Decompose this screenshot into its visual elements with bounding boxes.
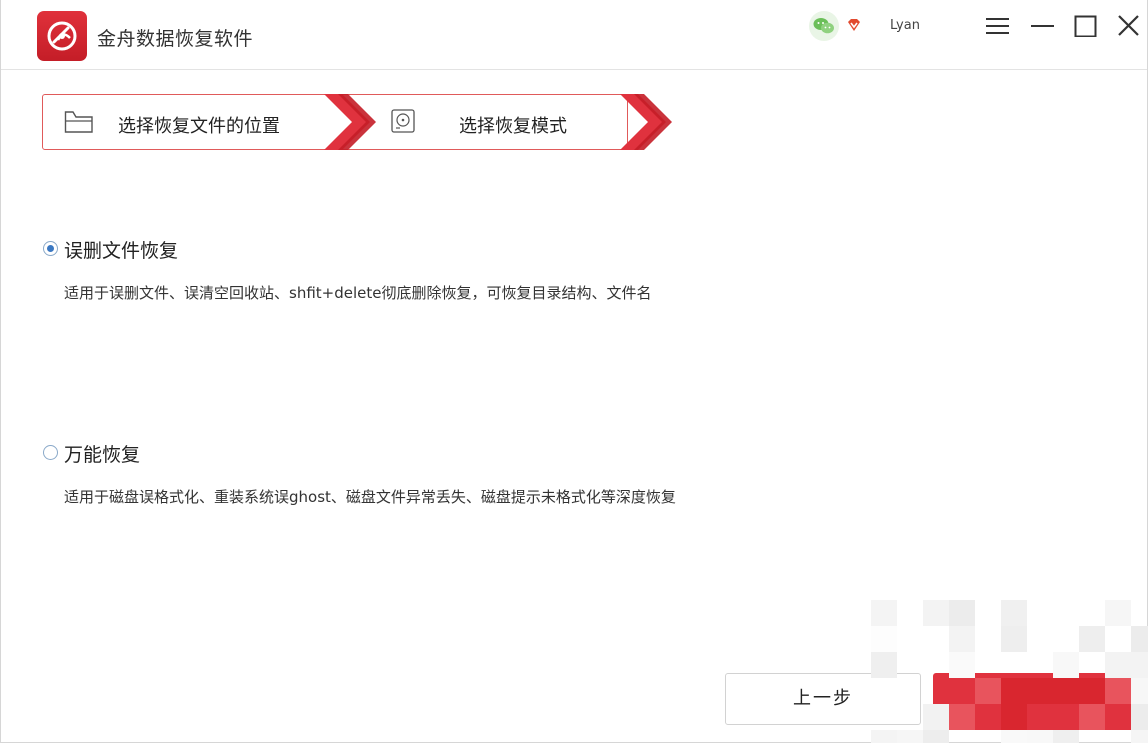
mosaic-tile: [1001, 678, 1027, 704]
mosaic-tile: [949, 704, 975, 730]
mosaic-tile: [949, 678, 975, 704]
mosaic-overlay: [871, 600, 1148, 743]
mosaic-tile: [1027, 730, 1053, 743]
option-description: 适用于磁盘误格式化、重装系统误ghost、磁盘文件异常丢失、磁盘提示未格式化等深…: [64, 488, 676, 506]
mosaic-tile: [897, 730, 923, 743]
title-bar: 金舟数据恢复软件 Lyan: [1, 0, 1147, 70]
mosaic-tile: [1053, 730, 1079, 743]
radio-button[interactable]: [43, 445, 58, 460]
mosaic-tile: [1079, 626, 1105, 652]
mosaic-tile: [871, 652, 897, 678]
username-label[interactable]: Lyan: [890, 18, 920, 33]
mosaic-tile: [1131, 730, 1148, 743]
mosaic-tile: [871, 730, 897, 743]
mosaic-tile: [923, 600, 949, 626]
app-title: 金舟数据恢复软件: [97, 28, 254, 50]
mosaic-tile: [1053, 678, 1079, 704]
mosaic-tile: [1105, 704, 1131, 730]
step-label: 选择恢复模式: [459, 116, 567, 137]
mosaic-tile: [1001, 704, 1027, 730]
step-select-location[interactable]: 选择恢复文件的位置: [42, 94, 352, 150]
option-title: 误删文件恢复: [64, 240, 179, 262]
mosaic-tile: [1131, 626, 1148, 652]
mosaic-tile: [1027, 704, 1053, 730]
mosaic-tile: [871, 626, 897, 652]
step-label: 选择恢复文件的位置: [118, 116, 280, 137]
mosaic-tile: [1001, 600, 1027, 626]
mosaic-tile: [975, 704, 1001, 730]
app-logo-icon: [37, 11, 87, 61]
mosaic-tile: [1105, 678, 1131, 704]
close-icon[interactable]: [1112, 10, 1146, 42]
mosaic-tile: [1079, 704, 1105, 730]
mosaic-tile: [1053, 704, 1079, 730]
option-title: 万能恢复: [64, 444, 141, 466]
mosaic-tile: [1131, 704, 1148, 730]
chevron-right-icon: [620, 94, 672, 154]
steps-breadcrumb: 选择恢复文件的位置 选择恢复模式: [42, 94, 672, 150]
vip-diamond-icon[interactable]: [846, 17, 862, 37]
mosaic-tile: [949, 626, 975, 652]
hamburger-menu-icon[interactable]: [981, 10, 1015, 42]
mosaic-tile: [871, 600, 897, 626]
step-select-mode[interactable]: 选择恢复模式: [352, 94, 652, 150]
mosaic-tile: [1105, 600, 1131, 626]
maximize-icon[interactable]: [1069, 10, 1103, 42]
mosaic-tile: [949, 652, 975, 678]
folder-icon: [64, 108, 94, 138]
wechat-icon[interactable]: [809, 11, 839, 41]
mosaic-tile: [1001, 626, 1027, 652]
mosaic-tile: [949, 600, 975, 626]
mosaic-tile: [1027, 678, 1053, 704]
mosaic-tile: [1131, 652, 1148, 678]
mosaic-tile: [1053, 652, 1079, 678]
mosaic-tile: [1105, 652, 1131, 678]
mosaic-tile: [975, 678, 1001, 704]
option-description: 适用于误删文件、误清空回收站、shfit+delete彻底删除恢复，可恢复目录结…: [64, 284, 652, 302]
mosaic-tile: [923, 730, 949, 743]
radio-button-selected[interactable]: [43, 241, 58, 256]
minimize-icon[interactable]: [1026, 10, 1060, 42]
disk-icon: [390, 108, 418, 140]
mosaic-tile: [1131, 678, 1148, 704]
mosaic-tile: [1079, 678, 1105, 704]
mosaic-tile: [923, 704, 949, 730]
app-window: 金舟数据恢复软件 Lyan 选择恢复文件的位置 选择恢复模式 误删文件恢复 适用…: [0, 0, 1148, 743]
mosaic-tile: [1001, 730, 1027, 743]
